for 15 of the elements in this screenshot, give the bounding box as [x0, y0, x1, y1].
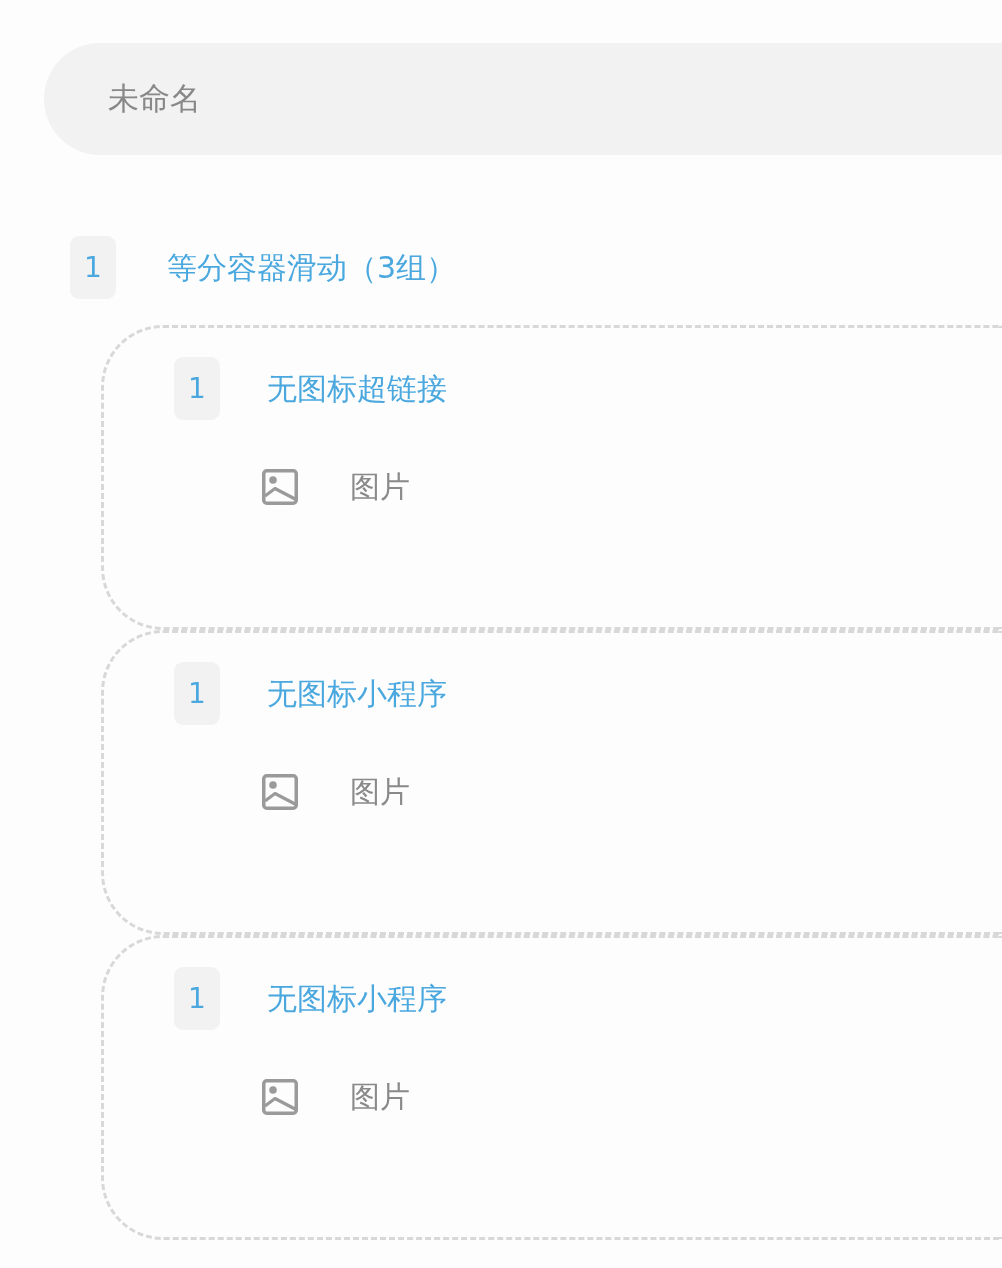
- name-input-field[interactable]: 未命名: [44, 43, 1002, 155]
- item-label: 图片: [350, 774, 410, 810]
- component-title[interactable]: 无图标小程序: [267, 980, 447, 1017]
- index-badge: 1: [174, 357, 220, 420]
- index-badge: 1: [70, 236, 116, 299]
- image-icon: [262, 469, 298, 505]
- component-title[interactable]: 等分容器滑动（3组）: [167, 249, 457, 286]
- index-badge: 1: [174, 967, 220, 1030]
- image-icon: [262, 774, 298, 810]
- item-label: 图片: [350, 469, 410, 505]
- component-title[interactable]: 无图标小程序: [267, 675, 447, 712]
- image-icon: [262, 1079, 298, 1115]
- index-badge: 1: [174, 662, 220, 725]
- component-title[interactable]: 无图标超链接: [267, 370, 447, 407]
- item-label: 图片: [350, 1079, 410, 1115]
